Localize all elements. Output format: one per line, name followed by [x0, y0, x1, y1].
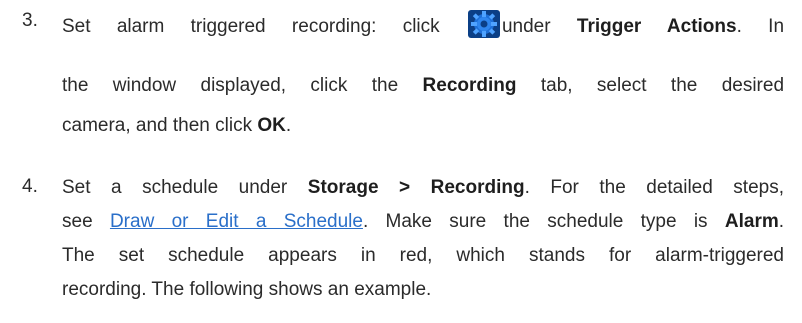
step-number: 4. [22, 176, 38, 197]
step-4-line-1: Set a schedule under Storage > Recording… [62, 177, 785, 198]
storage-recording-label: Storage > Recording [307, 177, 525, 198]
alarm-label: Alarm [724, 211, 779, 232]
step-3-line-3: camera, and then click OK. [62, 115, 292, 136]
step-3-line-2: the window displayed, click the Recordin… [62, 75, 785, 96]
step-number: 3. [22, 10, 38, 31]
document-page: 3. Set alarm triggered recording: click [0, 0, 802, 323]
step-4-line-4: recording. The following shows an exampl… [62, 279, 432, 300]
recording-tab-label: Recording [422, 75, 517, 96]
step-3-line-1: Set alarm triggered recording: click und… [62, 10, 784, 39]
trigger-actions-label: Trigger Actions [576, 16, 737, 37]
ok-label: OK [257, 115, 286, 136]
step-4-line-2: see Draw or Edit a Schedule. Make sure t… [62, 211, 785, 232]
step-4-line-3: The set schedule appears in red, which s… [62, 245, 784, 266]
gear-icon [467, 10, 500, 38]
draw-or-edit-schedule-link[interactable]: Draw or Edit a Schedule [110, 211, 363, 232]
